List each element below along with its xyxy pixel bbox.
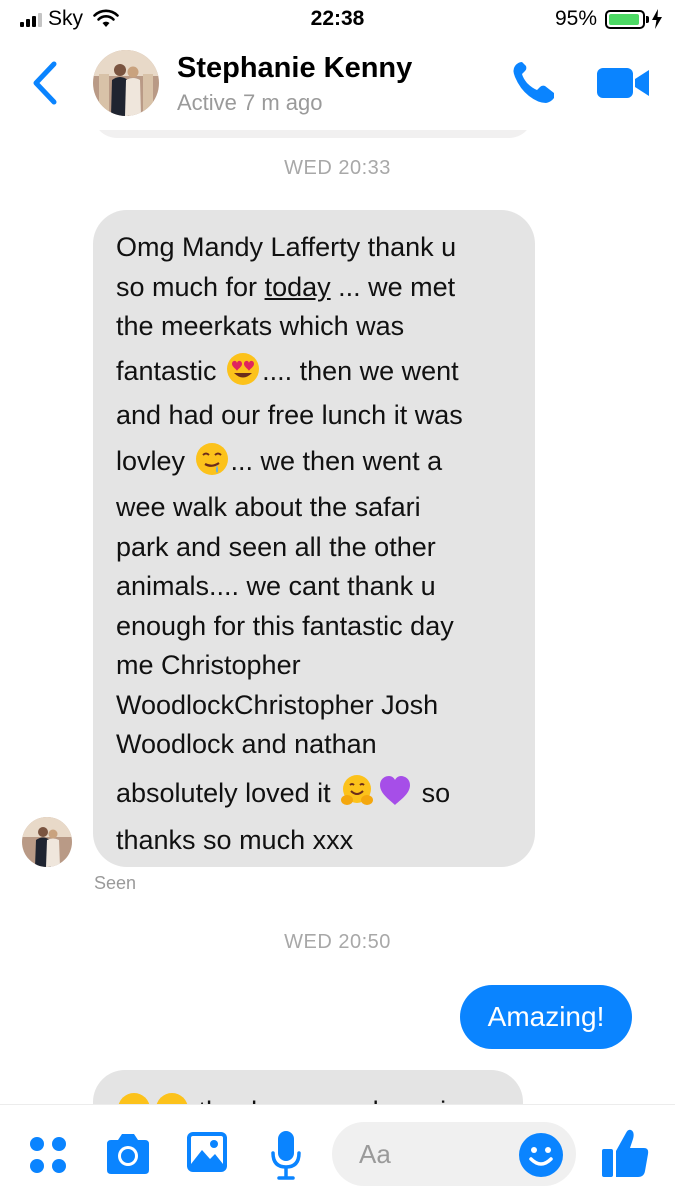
charging-bolt-icon [652,9,662,29]
message-text: thanks so much again [199,1096,462,1105]
avatar-photo [93,50,159,116]
message-line: park and seen all the other [116,531,436,562]
message-line: so much for today ... we met [116,271,456,302]
status-right: 95% [555,7,663,31]
conversation-header: Stephanie Kenny Active 7 m ago [0,38,675,130]
heart-eyes-emoji-icon [227,352,260,385]
status-bar: Sky 22:38 95% [0,0,675,38]
battery-icon [605,9,649,29]
timestamp: WED 20:33 [284,157,391,179]
four-dots-icon[interactable] [28,1135,68,1175]
message-line: thanks so much xxx [116,824,354,855]
smiling-face-emoji-icon [118,1093,150,1105]
message-line: the meerkats which was [116,311,405,341]
microphone-icon[interactable] [270,1129,302,1181]
message-composer [0,1105,675,1200]
battery-level [609,13,640,25]
message-thread[interactable]: WED 20:33 Omg Mandy Lafferty thank u so … [0,130,675,1105]
underlined-link[interactable]: today [265,272,331,302]
message-line: WoodlockChristopher Josh [116,689,439,720]
timestamp: WED 20:50 [284,931,391,953]
contact-name[interactable]: Stephanie Kenny [177,52,412,85]
seen-receipt: Seen [94,873,137,893]
camera-icon[interactable] [103,1132,153,1176]
message-line: fantastic .... then we went [116,347,515,396]
message-line: me Christopher [116,650,301,680]
message-line: lovley ... we then went a [116,435,515,488]
avatar-photo [22,817,72,867]
message-line: enough for this fantastic day [116,610,454,641]
thumbs-up-icon[interactable] [600,1127,650,1179]
contact-avatar[interactable] [93,50,159,116]
message-line: animals.... we cant thank u [116,571,436,601]
message-line: Omg Mandy Lafferty thank u [116,232,457,262]
battery-percentage: 95% [554,7,597,30]
incoming-message-bubble-partial[interactable]: thanks so much again [93,1070,523,1105]
message-line: absolutely loved it so [116,765,515,821]
purple-heart-emoji-icon [380,775,411,805]
hugging-face-emoji-icon [341,774,374,805]
message-line: wee walk about the safari [116,492,421,522]
incoming-message-bubble[interactable]: Omg Mandy Lafferty thank u so much for t… [93,210,535,867]
image-icon[interactable] [185,1130,229,1174]
outgoing-message-bubble[interactable]: Amazing! [460,985,632,1049]
drooling-face-emoji-icon [195,443,228,475]
back-chevron-icon[interactable] [28,60,64,106]
video-camera-icon[interactable] [595,64,651,102]
message-line: Woodlock and nathan [116,729,377,759]
previous-message-bubble[interactable] [93,130,533,138]
phone-icon[interactable] [510,58,558,106]
smiley-icon[interactable] [518,1132,564,1178]
seen-avatar [22,817,72,867]
message-line: and had our free lunch it was [116,399,463,430]
active-status: Active 7 m ago [177,90,323,115]
smiling-face-emoji-icon [156,1093,188,1105]
